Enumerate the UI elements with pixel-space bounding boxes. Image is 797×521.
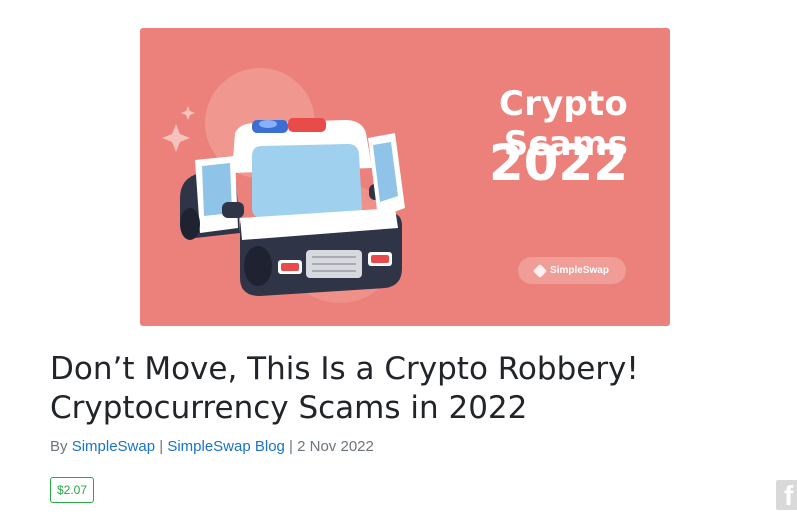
article-page: Crypto Scams 2022 SimpleSwap Don’t Move,… bbox=[0, 0, 797, 521]
category-link[interactable]: SimpleSwap Blog bbox=[167, 438, 285, 455]
meta-prefix: By bbox=[50, 438, 68, 455]
badge-label: SimpleSwap bbox=[550, 265, 609, 276]
publish-date: 2 Nov 2022 bbox=[297, 438, 374, 455]
meta-separator: | bbox=[289, 438, 293, 455]
author-link[interactable]: SimpleSwap bbox=[72, 438, 155, 455]
article-title[interactable]: Don’t Move, This Is a Crypto Robbery! Cr… bbox=[50, 350, 690, 428]
hero-image[interactable]: Crypto Scams 2022 SimpleSwap bbox=[140, 28, 670, 326]
meta-separator: | bbox=[159, 438, 164, 455]
facebook-icon[interactable]: f bbox=[776, 480, 797, 510]
article-meta: By SimpleSwap | SimpleSwap Blog | 2 Nov … bbox=[50, 438, 374, 455]
simpleswap-badge: SimpleSwap bbox=[518, 257, 626, 284]
facebook-glyph: f bbox=[784, 480, 794, 510]
simpleswap-logo-icon bbox=[532, 263, 548, 278]
price-badge: $2.07 bbox=[50, 477, 95, 503]
hero-year: 2022 bbox=[488, 134, 628, 192]
